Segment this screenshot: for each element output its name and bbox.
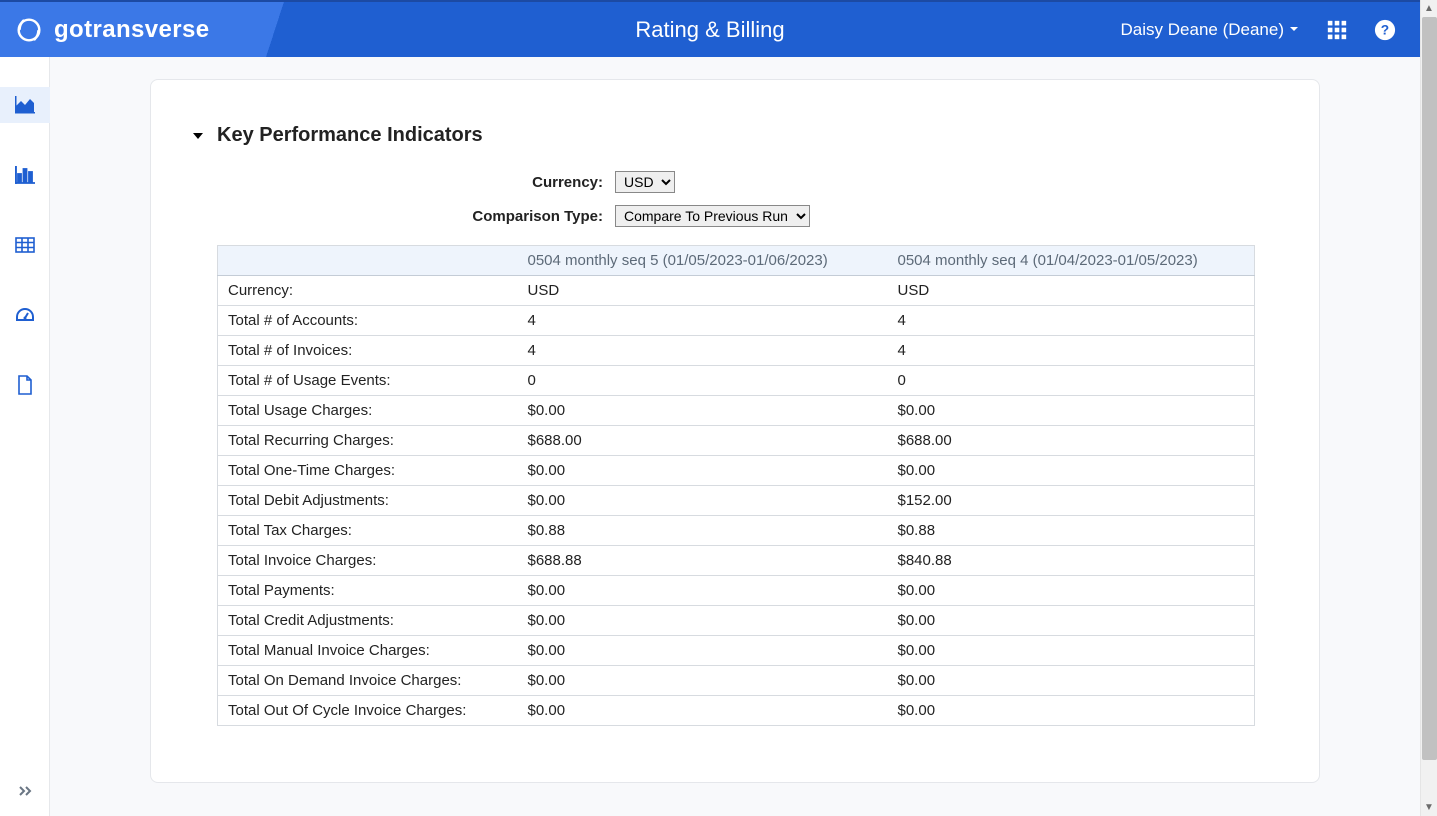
row-label: Total # of Usage Events: <box>218 366 518 396</box>
row-value-b: $0.00 <box>888 606 1255 636</box>
sidebar <box>0 57 50 816</box>
row-value-a: $688.88 <box>518 546 888 576</box>
row-value-a: 4 <box>518 306 888 336</box>
brand-text: gotransverse <box>54 16 210 44</box>
card-kpi: Key Performance Indicators Currency: USD… <box>150 79 1320 783</box>
top-bar: gotransverse Rating & Billing Daisy Dean… <box>0 0 1420 57</box>
user-name: Daisy Deane (Deane) <box>1121 20 1284 40</box>
row-value-b: $0.00 <box>888 396 1255 426</box>
row-value-b: $0.00 <box>888 636 1255 666</box>
row-value-a: $0.00 <box>518 456 888 486</box>
scroll-thumb[interactable] <box>1422 17 1437 760</box>
row-label: Total Usage Charges: <box>218 396 518 426</box>
nav-document-icon[interactable] <box>0 367 50 403</box>
row-label: Total On Demand Invoice Charges: <box>218 666 518 696</box>
row-value-a: 4 <box>518 336 888 366</box>
row-value-a: 0 <box>518 366 888 396</box>
brand-logo-icon <box>14 15 44 45</box>
row-value-b: $0.00 <box>888 456 1255 486</box>
table-row: Total Payments:$0.00$0.00 <box>218 576 1255 606</box>
sidebar-expand-icon[interactable] <box>0 776 50 806</box>
row-label: Total Out Of Cycle Invoice Charges: <box>218 696 518 726</box>
row-value-a: $0.00 <box>518 696 888 726</box>
table-row: Total # of Invoices:44 <box>218 336 1255 366</box>
table-row: Total # of Usage Events:00 <box>218 366 1255 396</box>
table-row: Total Credit Adjustments:$0.00$0.00 <box>218 606 1255 636</box>
table-row: Currency:USDUSD <box>218 276 1255 306</box>
svg-text:?: ? <box>1381 22 1389 37</box>
row-label: Total Debit Adjustments: <box>218 486 518 516</box>
row-label: Total One-Time Charges: <box>218 456 518 486</box>
filters: Currency: USD Comparison Type: Compare T… <box>185 171 1259 227</box>
table-row: Total Debit Adjustments:$0.00$152.00 <box>218 486 1255 516</box>
row-value-a: $0.00 <box>518 396 888 426</box>
row-value-b: USD <box>888 276 1255 306</box>
row-value-b: $0.00 <box>888 576 1255 606</box>
row-value-a: USD <box>518 276 888 306</box>
row-label: Total # of Accounts: <box>218 306 518 336</box>
row-value-b: $840.88 <box>888 546 1255 576</box>
currency-label: Currency: <box>215 174 615 191</box>
table-row: Total # of Accounts:44 <box>218 306 1255 336</box>
row-value-a: $0.00 <box>518 606 888 636</box>
col-header-a: 0504 monthly seq 5 (01/05/2023-01/06/202… <box>518 246 888 276</box>
section-title: Key Performance Indicators <box>217 124 483 147</box>
row-value-b: $0.00 <box>888 666 1255 696</box>
main-content: Key Performance Indicators Currency: USD… <box>50 57 1420 816</box>
table-row: Total Invoice Charges:$688.88$840.88 <box>218 546 1255 576</box>
table-row: Total Recurring Charges:$688.00$688.00 <box>218 426 1255 456</box>
row-label: Total Recurring Charges: <box>218 426 518 456</box>
scroll-up-icon[interactable]: ▲ <box>1421 0 1437 17</box>
table-row: Total Out Of Cycle Invoice Charges:$0.00… <box>218 696 1255 726</box>
nav-area-chart-icon[interactable] <box>0 87 50 123</box>
vertical-scrollbar[interactable]: ▲ ▼ <box>1420 0 1437 816</box>
scroll-track[interactable] <box>1421 17 1437 799</box>
row-value-b: 4 <box>888 336 1255 366</box>
col-header-b: 0504 monthly seq 4 (01/04/2023-01/05/202… <box>888 246 1255 276</box>
nav-bar-chart-icon[interactable] <box>0 157 50 193</box>
col-header-blank <box>218 246 518 276</box>
comparison-select[interactable]: Compare To Previous Run <box>615 205 810 227</box>
row-value-a: $0.00 <box>518 666 888 696</box>
apps-grid-icon[interactable] <box>1326 19 1348 41</box>
help-icon[interactable]: ? <box>1374 19 1396 41</box>
row-value-b: $0.00 <box>888 696 1255 726</box>
table-row: Total Manual Invoice Charges:$0.00$0.00 <box>218 636 1255 666</box>
table-row: Total Usage Charges:$0.00$0.00 <box>218 396 1255 426</box>
row-label: Total Invoice Charges: <box>218 546 518 576</box>
caret-down-icon <box>1288 20 1300 40</box>
row-value-b: 0 <box>888 366 1255 396</box>
user-menu[interactable]: Daisy Deane (Deane) <box>1121 20 1300 40</box>
row-label: Total Manual Invoice Charges: <box>218 636 518 666</box>
section-header[interactable]: Key Performance Indicators <box>185 124 1259 147</box>
row-label: Total Payments: <box>218 576 518 606</box>
currency-select[interactable]: USD <box>615 171 675 193</box>
table-header-row: 0504 monthly seq 5 (01/05/2023-01/06/202… <box>218 246 1255 276</box>
row-value-a: $0.00 <box>518 576 888 606</box>
row-value-a: $0.00 <box>518 486 888 516</box>
nav-table-icon[interactable] <box>0 227 50 263</box>
row-label: Total # of Invoices: <box>218 336 518 366</box>
page-title: Rating & Billing <box>635 17 784 43</box>
table-row: Total One-Time Charges:$0.00$0.00 <box>218 456 1255 486</box>
table-row: Total On Demand Invoice Charges:$0.00$0.… <box>218 666 1255 696</box>
row-value-b: $152.00 <box>888 486 1255 516</box>
kpi-table: 0504 monthly seq 5 (01/05/2023-01/06/202… <box>217 245 1255 726</box>
row-label: Total Tax Charges: <box>218 516 518 546</box>
row-value-a: $0.00 <box>518 636 888 666</box>
row-value-a: $688.00 <box>518 426 888 456</box>
row-value-b: 4 <box>888 306 1255 336</box>
row-value-a: $0.88 <box>518 516 888 546</box>
comparison-label: Comparison Type: <box>215 208 615 225</box>
row-label: Currency: <box>218 276 518 306</box>
nav-dashboard-icon[interactable] <box>0 297 50 333</box>
caret-down-icon <box>191 129 205 143</box>
row-label: Total Credit Adjustments: <box>218 606 518 636</box>
row-value-b: $688.00 <box>888 426 1255 456</box>
brand: gotransverse <box>0 15 210 45</box>
table-row: Total Tax Charges:$0.88$0.88 <box>218 516 1255 546</box>
scroll-down-icon[interactable]: ▼ <box>1421 799 1437 816</box>
row-value-b: $0.88 <box>888 516 1255 546</box>
